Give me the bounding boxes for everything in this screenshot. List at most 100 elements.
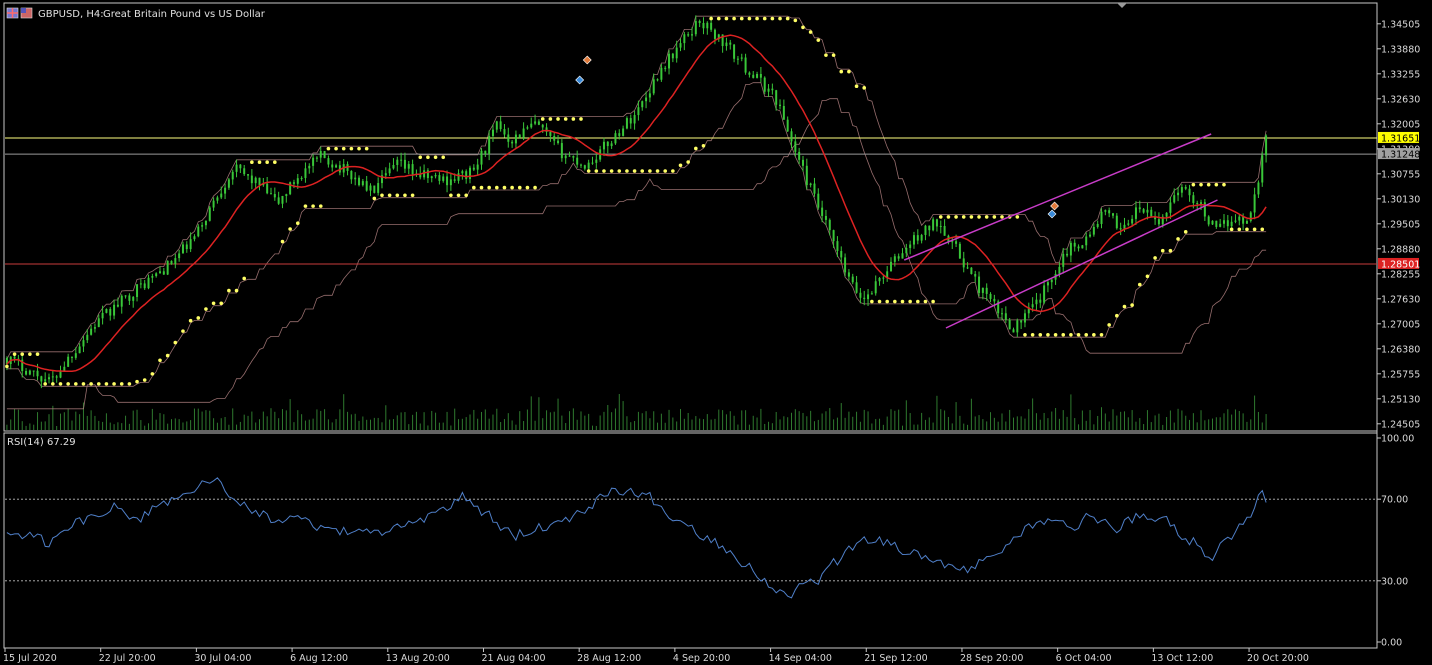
candle-body: [159, 271, 162, 274]
candle-body: [480, 150, 483, 165]
sar-dot: [847, 69, 851, 74]
chart-canvas[interactable]: 1.345051.338801.332551.326301.320051.313…: [0, 0, 1432, 665]
sar-dot: [173, 340, 178, 345]
candle-body: [557, 140, 560, 144]
candle-body: [1242, 216, 1245, 224]
time-tick-label: 13 Oct 12:00: [1151, 653, 1213, 664]
sar-dot: [418, 155, 423, 160]
candle-body: [1226, 220, 1229, 227]
candle-body: [1138, 207, 1141, 210]
price-tick-label: 1.32630: [1381, 94, 1420, 105]
candle-body: [224, 187, 227, 194]
sar-dot: [655, 169, 660, 173]
candle-body: [67, 356, 70, 367]
sar-dot: [472, 185, 476, 190]
candle-body: [247, 174, 250, 176]
candle-body: [771, 88, 774, 91]
candle-body: [277, 197, 280, 204]
candle-body: [74, 353, 77, 358]
rsi-tick-label: 30.00: [1381, 576, 1408, 587]
sar-dot: [150, 372, 155, 376]
time-tick-label: 14 Sep 04:00: [769, 653, 832, 664]
candle-body: [690, 34, 693, 36]
candle-body: [912, 235, 915, 245]
candle-body: [373, 185, 376, 193]
sar-dot: [1053, 333, 1058, 337]
trend-channel[interactable]: [903, 133, 1218, 329]
sar-dot: [433, 155, 438, 160]
candle-body: [1039, 299, 1042, 303]
candle-body: [411, 164, 414, 175]
candle-body: [369, 185, 372, 191]
price-tick-label: 1.29505: [1381, 219, 1420, 230]
sar-dot: [387, 193, 392, 198]
candle-body: [292, 182, 295, 184]
candle-body: [633, 115, 636, 124]
candle-body: [1031, 304, 1034, 308]
candle-body: [1257, 182, 1260, 195]
candle-body: [116, 304, 119, 307]
candle-body: [530, 123, 533, 128]
candle-body: [204, 220, 207, 226]
sar-dot: [1099, 333, 1104, 337]
sar-dot: [1122, 304, 1127, 309]
candle-body: [227, 179, 230, 188]
sar-dot: [1076, 333, 1081, 337]
candle-body: [1016, 320, 1019, 333]
candle-body: [132, 296, 135, 301]
sar-dot: [495, 185, 499, 190]
sar-dot: [893, 299, 897, 304]
candle-body: [878, 277, 881, 282]
candle-body: [495, 121, 498, 130]
sar-dot: [127, 382, 132, 386]
sell-marker-icon: [582, 55, 592, 65]
sar-dot: [671, 169, 675, 173]
parabolic-sar-dots: [5, 16, 1265, 386]
candle-body: [572, 156, 575, 158]
candle-body: [1261, 155, 1264, 183]
candle-body: [637, 107, 640, 116]
sar-dot: [594, 169, 599, 173]
sar-dot: [357, 146, 361, 151]
candle-body: [392, 164, 395, 169]
candle-body: [1188, 188, 1191, 196]
candle-body: [1115, 215, 1118, 229]
sar-dot: [984, 215, 989, 219]
candle-body: [212, 200, 215, 208]
sar-dot: [456, 193, 461, 198]
sar-dot: [43, 382, 47, 386]
sar-dot: [349, 146, 354, 151]
candle-body: [935, 219, 938, 227]
sar-dot: [961, 215, 966, 219]
sar-dot: [89, 382, 93, 386]
sar-dot: [770, 16, 775, 21]
candle-body: [694, 21, 697, 35]
candle-body: [476, 164, 479, 170]
candle-body: [258, 177, 261, 186]
candle-body: [507, 134, 510, 142]
sar-dot: [295, 221, 300, 226]
candle-body: [993, 298, 996, 302]
sar-dot: [334, 146, 338, 151]
scroll-marker-icon[interactable]: [1117, 3, 1127, 8]
candle-body: [1173, 195, 1176, 203]
sar-dot: [5, 364, 9, 369]
sar-dot: [1160, 248, 1165, 253]
sar-dot: [801, 25, 805, 30]
candle-body: [958, 243, 961, 259]
sar-dot: [923, 299, 928, 304]
price-tick-label: 1.28255: [1381, 269, 1420, 280]
candle-body: [836, 241, 839, 252]
candle-body: [1249, 212, 1252, 221]
sar-dot: [1107, 323, 1111, 327]
rsi-axis-ticks: 100.00 70.00 30.00 0.00: [1377, 434, 1414, 649]
time-tick-label: 13 Aug 20:00: [386, 653, 450, 664]
candle-body: [909, 244, 912, 248]
sar-dot: [112, 382, 116, 386]
sar-dot: [548, 117, 553, 121]
candle-body: [1192, 195, 1195, 204]
candle-body: [285, 194, 288, 196]
candle-body: [526, 127, 529, 129]
sar-dot: [701, 143, 706, 148]
candle-body: [97, 318, 100, 328]
